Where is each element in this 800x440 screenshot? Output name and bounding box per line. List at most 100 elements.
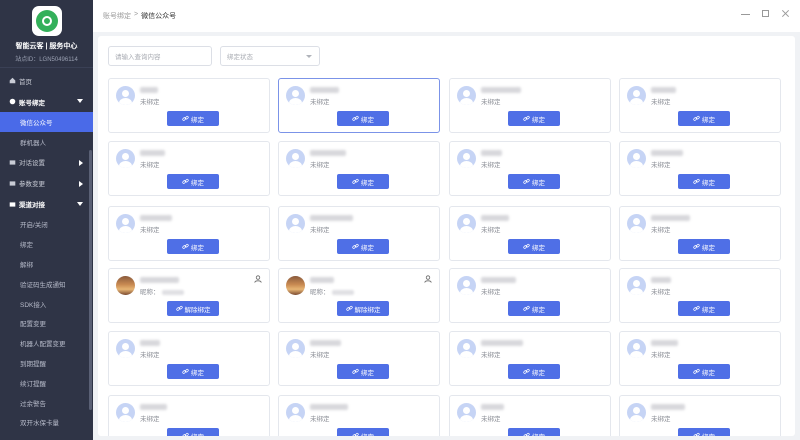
account-card[interactable]: 未绑定绑定 (449, 206, 611, 261)
avatar (116, 149, 135, 168)
bind-button[interactable]: 绑定 (337, 428, 389, 436)
status-label: 未绑定 (140, 162, 160, 169)
account-card[interactable]: 未绑定绑定 (619, 268, 781, 323)
unbind-button[interactable]: 解除绑定 (167, 301, 219, 316)
maximize-icon[interactable] (762, 10, 769, 17)
bind-button[interactable]: 绑定 (167, 428, 219, 436)
link-icon (182, 115, 189, 121)
sidebar-sub-item[interactable]: 开启/关闭 (0, 215, 93, 235)
link-icon (182, 178, 189, 184)
account-card[interactable]: 未绑定绑定 (108, 78, 270, 133)
account-card[interactable]: 未绑定绑定 (619, 206, 781, 261)
button-label: 绑定 (361, 244, 374, 252)
status-label: 未绑定 (140, 352, 160, 359)
bind-button[interactable]: 绑定 (508, 111, 560, 126)
account-card[interactable]: 未绑定绑定 (278, 78, 440, 133)
bind-button[interactable]: 绑定 (508, 301, 560, 316)
account-card[interactable]: 未绑定绑定 (449, 78, 611, 133)
sidebar-sub-item[interactable]: 解绑 (0, 254, 93, 274)
avatar (457, 214, 476, 233)
sidebar-sub-item[interactable]: 到期提醒 (0, 353, 93, 373)
account-name-redacted (140, 277, 179, 283)
bind-button[interactable]: 绑定 (337, 364, 389, 379)
account-card[interactable]: 未绑定绑定 (278, 331, 440, 386)
sidebar-sub-item[interactable]: 绑定 (0, 234, 93, 254)
account-card[interactable]: 未绑定绑定 (619, 331, 781, 386)
account-card[interactable]: 未绑定绑定 (108, 395, 270, 436)
account-name-redacted (310, 215, 353, 221)
sidebar-sub-item[interactable]: 验证码生成通知 (0, 274, 93, 294)
account-card[interactable]: 未绑定绑定 (108, 206, 270, 261)
nickname-prefix: 昵称： (140, 289, 160, 296)
sidebar-item-dialog-settings[interactable]: 对话设置 (0, 152, 93, 173)
bind-button[interactable]: 绑定 (678, 111, 730, 126)
sidebar-item-account-binding[interactable]: 账号绑定 (0, 91, 93, 112)
account-card[interactable]: 未绑定绑定 (449, 395, 611, 436)
close-icon[interactable] (781, 9, 790, 18)
bind-button[interactable]: 绑定 (167, 364, 219, 379)
account-card[interactable]: 未绑定绑定 (449, 268, 611, 323)
status-label: 未绑定 (481, 162, 501, 169)
bind-button[interactable]: 绑定 (678, 239, 730, 254)
breadcrumb-parent[interactable]: 账号绑定 (103, 11, 131, 21)
bind-button[interactable]: 绑定 (337, 174, 389, 189)
sidebar-sub-item[interactable]: 双开水保卡量 (0, 413, 93, 433)
bind-button[interactable]: 绑定 (508, 174, 560, 189)
account-card[interactable]: 未绑定绑定 (278, 206, 440, 261)
bind-button[interactable]: 绑定 (678, 428, 730, 436)
bind-button[interactable]: 绑定 (167, 239, 219, 254)
account-card[interactable]: 未绑定绑定 (619, 141, 781, 196)
account-card[interactable]: 昵称： 解除绑定 (278, 268, 440, 323)
button-label: 绑定 (361, 369, 374, 377)
account-card[interactable]: 未绑定绑定 (449, 141, 611, 196)
status-label: 未绑定 (481, 352, 501, 359)
account-card[interactable]: 未绑定绑定 (108, 141, 270, 196)
bind-button[interactable]: 绑定 (337, 239, 389, 254)
sidebar-sub-item[interactable]: SDK接入 (0, 294, 93, 314)
avatar (286, 86, 305, 105)
sidebar-item-channel-docking[interactable]: 渠道对接 (0, 194, 93, 215)
avatar (627, 276, 646, 295)
bind-button[interactable]: 绑定 (337, 111, 389, 126)
sidebar-sub-item[interactable]: 配置变更 (0, 314, 93, 334)
bind-button[interactable]: 绑定 (678, 301, 730, 316)
account-name-redacted (310, 340, 341, 346)
bind-button[interactable]: 绑定 (508, 428, 560, 436)
account-card[interactable]: 昵称： 解除绑定 (108, 268, 270, 323)
chevron-right-icon (79, 159, 83, 166)
window-controls (741, 9, 790, 18)
account-name-redacted (481, 87, 521, 93)
channel-icon (9, 201, 16, 207)
account-card[interactable]: 未绑定绑定 (619, 78, 781, 133)
search-input[interactable]: 请输入查询内容 (108, 46, 212, 66)
main-content: 请输入查询内容 绑定状态 未绑定 绑定 未绑定 绑定 未绑定 绑定 未绑定 绑定 未绑定 绑定 未绑… (98, 36, 795, 436)
sidebar-sub-item[interactable]: 机器人配置变更 (0, 333, 93, 353)
account-card[interactable]: 未绑定绑定 (108, 331, 270, 386)
breadcrumb: 账号绑定 > 微信公众号 (103, 11, 176, 21)
status-select[interactable]: 绑定状态 (220, 46, 320, 66)
unbind-button[interactable]: 解除绑定 (337, 301, 389, 316)
minimize-icon[interactable] (741, 9, 750, 15)
sidebar-item-wechat-official[interactable]: 微信公众号 (0, 112, 93, 132)
account-card[interactable]: 未绑定绑定 (278, 395, 440, 436)
breadcrumb-separator: > (134, 11, 139, 18)
sidebar-sub-item[interactable]: 过余警告 (0, 393, 93, 413)
brand: 智能云客 | 服务中心 站点ID：LGN50496114 (0, 0, 93, 68)
bind-button[interactable]: 绑定 (678, 364, 730, 379)
sidebar-menu: 首页 账号绑定 微信公众号 群机器人 对话设置 参数变更 渠道对接 开启/关闭 … (0, 68, 93, 432)
sidebar-item-group-robot[interactable]: 群机器人 (0, 132, 93, 152)
account-card[interactable]: 未绑定绑定 (449, 331, 611, 386)
sidebar-item-param-change[interactable]: 参数变更 (0, 173, 93, 194)
sidebar-scrollbar[interactable] (89, 150, 92, 410)
link-icon (523, 115, 530, 121)
bind-button[interactable]: 绑定 (167, 111, 219, 126)
account-name-redacted (310, 150, 346, 156)
bind-button[interactable]: 绑定 (167, 174, 219, 189)
sidebar-sub-item[interactable]: 续订提醒 (0, 373, 93, 393)
account-card[interactable]: 未绑定绑定 (619, 395, 781, 436)
account-card[interactable]: 未绑定绑定 (278, 141, 440, 196)
sidebar-item-home[interactable]: 首页 (0, 70, 93, 91)
bind-button[interactable]: 绑定 (678, 174, 730, 189)
bind-button[interactable]: 绑定 (508, 364, 560, 379)
bind-button[interactable]: 绑定 (508, 239, 560, 254)
